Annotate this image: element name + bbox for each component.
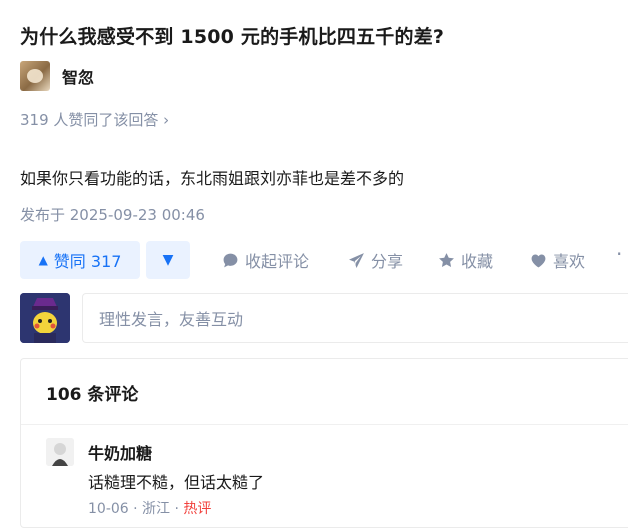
hot-comment-badge: 热评 [183, 501, 212, 517]
comment-username[interactable]: 牛奶加糖 [88, 440, 152, 464]
downvote-button[interactable]: ▼ [146, 241, 190, 279]
comments-count: 106 条评论 [46, 385, 139, 405]
share-button[interactable]: 分享 [348, 249, 403, 271]
author-name[interactable]: 智忽 [62, 64, 94, 88]
share-icon [349, 252, 364, 268]
caret-down-icon: ▼ [162, 252, 174, 268]
publish-time: 发布于 2025-09-23 00:46 [20, 206, 205, 224]
answer-text: 如果你只看功能的话，东北雨姐跟刘亦菲也是差不多的 [20, 169, 405, 188]
star-icon [439, 252, 454, 267]
collapse-comments-button[interactable]: 收起评论 [222, 249, 309, 271]
like-label: 喜欢 [553, 252, 586, 271]
more-icon[interactable]: · [616, 242, 622, 266]
author-row: 智忽 [20, 61, 94, 91]
like-button[interactable]: 喜欢 [530, 249, 585, 271]
author-avatar[interactable] [20, 61, 50, 91]
current-user-avatar [20, 293, 70, 343]
favorite-label: 收藏 [461, 252, 494, 271]
question-title[interactable]: 为什么我感受不到 1500 元的手机比四五千的差? [20, 22, 444, 49]
heart-icon [531, 253, 546, 267]
comment-input-placeholder: 理性发言，友善互动 [99, 310, 244, 329]
upvote-summary-link[interactable]: 319 人赞同了该回答 › [20, 109, 169, 130]
comments-divider [21, 424, 628, 425]
collapse-comments-label: 收起评论 [245, 252, 310, 271]
comment-avatar[interactable] [46, 438, 74, 466]
caret-up-icon: ▲ [38, 253, 48, 267]
comment-date: 10-06 [88, 501, 129, 517]
upvote-label: 赞同 317 [53, 252, 122, 271]
upvote-button[interactable]: ▲ 赞同 317 [20, 241, 140, 279]
comment-icon [223, 253, 238, 267]
meta-separator: · [133, 501, 143, 517]
comment-text: 话糙理不糙，但话太糙了 [88, 473, 265, 492]
comment-location: 浙江 [142, 501, 171, 517]
comment-meta: 10-06 · 浙江 · 热评 [88, 498, 211, 518]
favorite-button[interactable]: 收藏 [438, 249, 493, 271]
comment-input[interactable]: 理性发言，友善互动 [82, 293, 628, 343]
share-label: 分享 [371, 252, 404, 271]
